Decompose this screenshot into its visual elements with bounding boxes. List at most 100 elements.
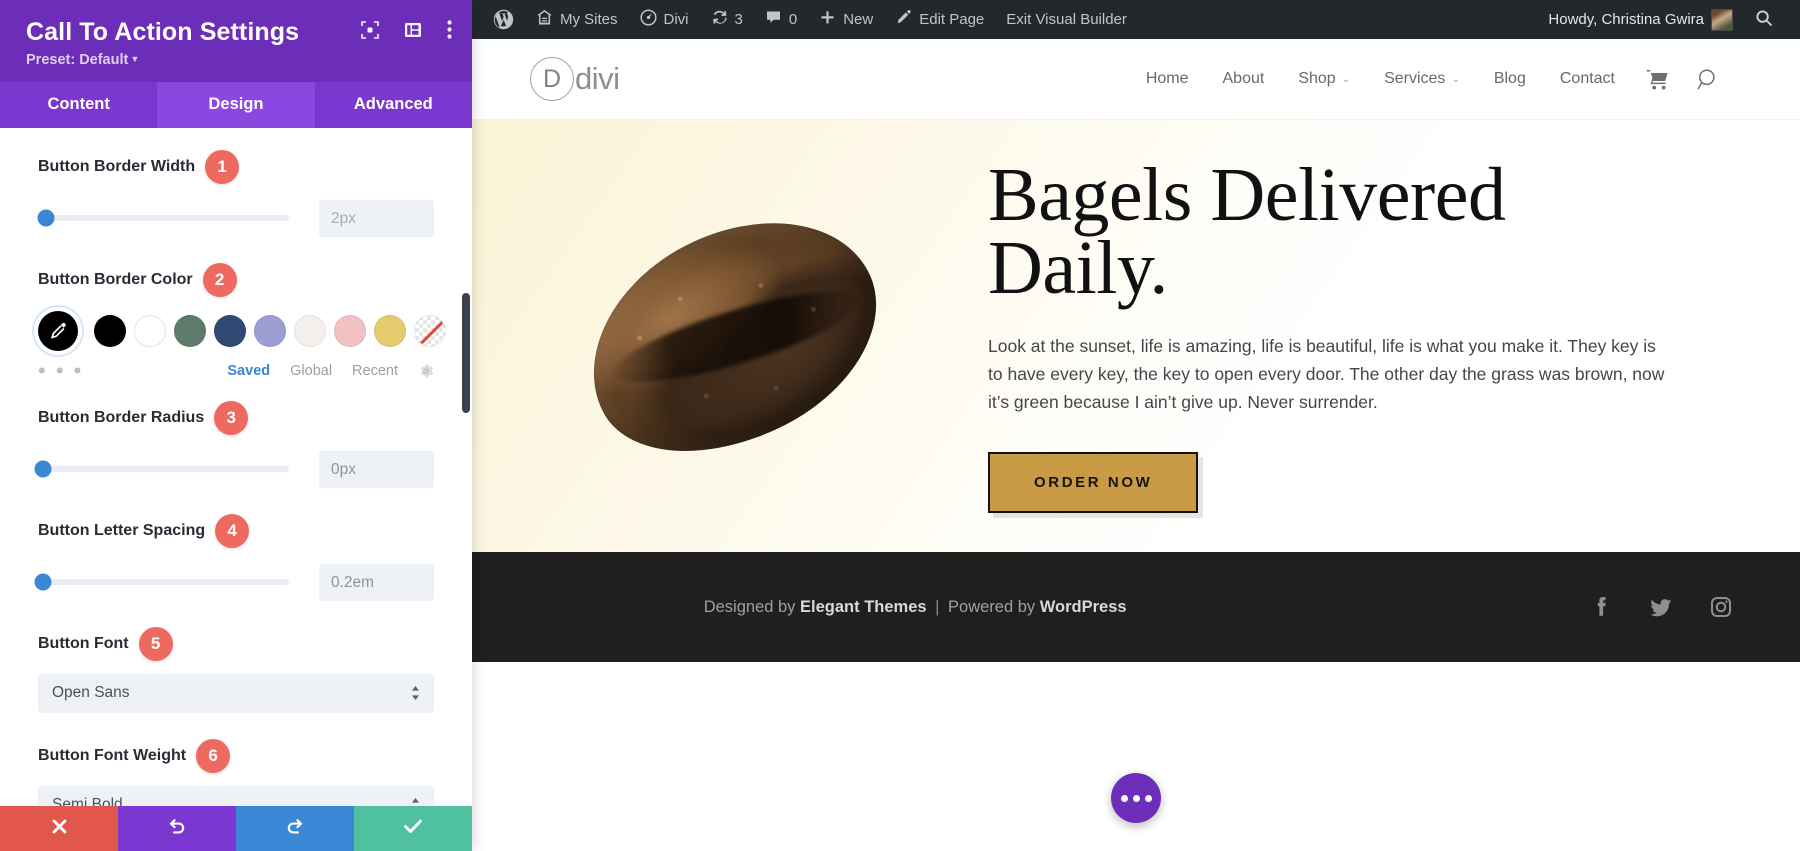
color-source-links: Saved Global Recent — [227, 363, 434, 379]
credit-middle: Powered by — [948, 597, 1040, 616]
swatch-white[interactable] — [134, 314, 166, 347]
facebook-icon[interactable] — [1590, 594, 1614, 620]
divi-menu[interactable]: Divi — [629, 0, 700, 39]
swatch-off-white[interactable] — [294, 314, 326, 347]
wp-admin-bar: My Sites Divi 3 0 New Edit Page Exit Vis… — [472, 0, 1800, 39]
field-button-font-weight: Button Font Weight 6 Semi Bold — [0, 738, 472, 806]
my-sites-menu[interactable]: My Sites — [525, 0, 629, 39]
field-label: Button Border Width — [38, 157, 196, 175]
preset-selector[interactable]: Preset: Default ▼ — [26, 52, 446, 68]
border-radius-value-input[interactable]: 0px — [319, 450, 434, 488]
updates-menu[interactable]: 3 — [700, 0, 754, 39]
letter-spacing-slider[interactable] — [34, 573, 289, 591]
field-button-border-width: Button Border Width 1 2px — [0, 149, 472, 237]
instagram-icon[interactable] — [1708, 594, 1734, 620]
check-icon — [402, 816, 424, 841]
border-radius-slider[interactable] — [34, 460, 289, 478]
tab-content[interactable]: Content — [0, 82, 157, 128]
tab-design[interactable]: Design — [157, 81, 315, 128]
slider-knob[interactable] — [34, 573, 52, 591]
nav-item-shop[interactable]: Shop ⌄ — [1281, 70, 1367, 88]
call-to-action-settings-panel: Call To Action Settings Preset: Default ▼ — [0, 0, 472, 851]
swatch-black[interactable] — [94, 314, 126, 347]
nav-item-blog[interactable]: Blog — [1477, 70, 1543, 88]
tab-advanced[interactable]: Advanced — [315, 82, 472, 128]
wordpress-logo-icon[interactable] — [482, 0, 525, 39]
panel-body[interactable]: Button Border Width 1 2px Button Border C… — [0, 127, 472, 806]
cart-icon[interactable] — [1632, 69, 1683, 90]
nav-item-services[interactable]: Services ⌄ — [1367, 70, 1477, 88]
nav-item-about[interactable]: About — [1206, 70, 1282, 88]
search-icon[interactable] — [1683, 68, 1734, 91]
save-button[interactable] — [354, 806, 472, 851]
credit-prefix: Designed by — [703, 597, 801, 616]
edit-page-menu[interactable]: Edit Page — [884, 0, 995, 39]
swatch-periwinkle[interactable] — [254, 314, 286, 347]
swatch-transparent[interactable] — [414, 314, 446, 347]
field-button-font: Button Font 5 Open Sans — [0, 626, 472, 713]
button-font-select[interactable]: Open Sans — [38, 673, 434, 713]
letter-spacing-value-input[interactable]: 0.2em — [319, 563, 434, 601]
slider-knob[interactable] — [37, 209, 55, 227]
nav-label: About — [1222, 70, 1265, 87]
undo-icon — [167, 816, 187, 841]
field-label: Button Font — [38, 634, 129, 652]
divi-icon — [639, 9, 657, 30]
search-icon — [1755, 9, 1773, 31]
comments-count: 0 — [788, 11, 798, 28]
hero-section: Bagels Delivered Daily. Look at the suns… — [472, 120, 1800, 552]
step-badge-6: 6 — [196, 738, 231, 773]
credit-brand-elegant-themes[interactable]: Elegant Themes — [800, 598, 927, 616]
color-picker-eyedropper-button[interactable] — [38, 310, 78, 351]
site-footer: Designed by Elegant Themes | Powered by … — [472, 552, 1800, 662]
cancel-button[interactable] — [0, 806, 118, 851]
hero-title: Bagels Delivered Daily. — [988, 152, 1506, 310]
color-tab-recent[interactable]: Recent — [352, 363, 398, 379]
panel-layout-icon[interactable] — [404, 21, 422, 44]
color-tab-saved[interactable]: Saved — [227, 363, 270, 379]
border-width-value-input[interactable]: 2px — [319, 199, 434, 237]
select-value: Open Sans — [52, 684, 130, 702]
color-tab-global[interactable]: Global — [290, 363, 332, 379]
gear-icon[interactable] — [418, 363, 434, 379]
swatch-gold[interactable] — [374, 314, 406, 347]
swatch-blush-pink[interactable] — [334, 314, 366, 347]
hero-body-text: Look at the sunset, life is amazing, lif… — [988, 336, 1665, 413]
page-bottom-whitespace — [472, 662, 1800, 732]
button-font-weight-select[interactable]: Semi Bold — [38, 785, 434, 806]
select-arrows-icon — [411, 798, 420, 806]
swatch-navy-blue[interactable] — [214, 314, 246, 347]
account-menu[interactable]: Howdy, Christina Gwira — [1537, 0, 1744, 39]
slider-row: 0px — [34, 450, 434, 488]
new-label: New — [843, 11, 874, 28]
admin-search-button[interactable] — [1744, 0, 1784, 39]
swatch-sage-green[interactable] — [174, 314, 206, 347]
new-menu[interactable]: New — [808, 0, 884, 39]
nav-item-contact[interactable]: Contact — [1543, 70, 1632, 88]
order-now-button[interactable]: ORDER NOW — [988, 452, 1199, 514]
comments-menu[interactable]: 0 — [754, 0, 808, 39]
slider-knob[interactable] — [34, 460, 52, 478]
fab-dot — [1132, 794, 1140, 802]
hero-text-block: Bagels Delivered Daily. Look at the suns… — [948, 152, 1668, 514]
twitter-icon[interactable] — [1648, 594, 1674, 620]
color-meta-row: • • • Saved Global Recent — [38, 359, 434, 381]
updates-count: 3 — [734, 11, 743, 28]
divi-menu-fab[interactable] — [1111, 773, 1161, 823]
nav-label: Services — [1384, 70, 1446, 87]
more-colors-icon[interactable]: • • • — [38, 359, 83, 381]
border-width-slider[interactable] — [37, 209, 289, 227]
chevron-down-icon: ⌄ — [1341, 73, 1351, 85]
site-logo[interactable]: D divi — [530, 57, 620, 101]
nav-item-home[interactable]: Home — [1129, 70, 1206, 88]
credit-brand-wordpress[interactable]: WordPress — [1040, 598, 1127, 616]
panel-scrollbar[interactable] — [462, 292, 470, 413]
step-badge-4: 4 — [215, 513, 250, 548]
slider-row: 0.2em — [34, 563, 434, 601]
more-options-icon[interactable] — [447, 20, 452, 44]
responsive-preview-icon[interactable] — [361, 20, 379, 44]
my-sites-icon — [536, 9, 553, 30]
redo-button[interactable] — [236, 806, 354, 851]
undo-button[interactable] — [118, 806, 236, 851]
exit-visual-builder-button[interactable]: Exit Visual Builder — [995, 0, 1138, 39]
